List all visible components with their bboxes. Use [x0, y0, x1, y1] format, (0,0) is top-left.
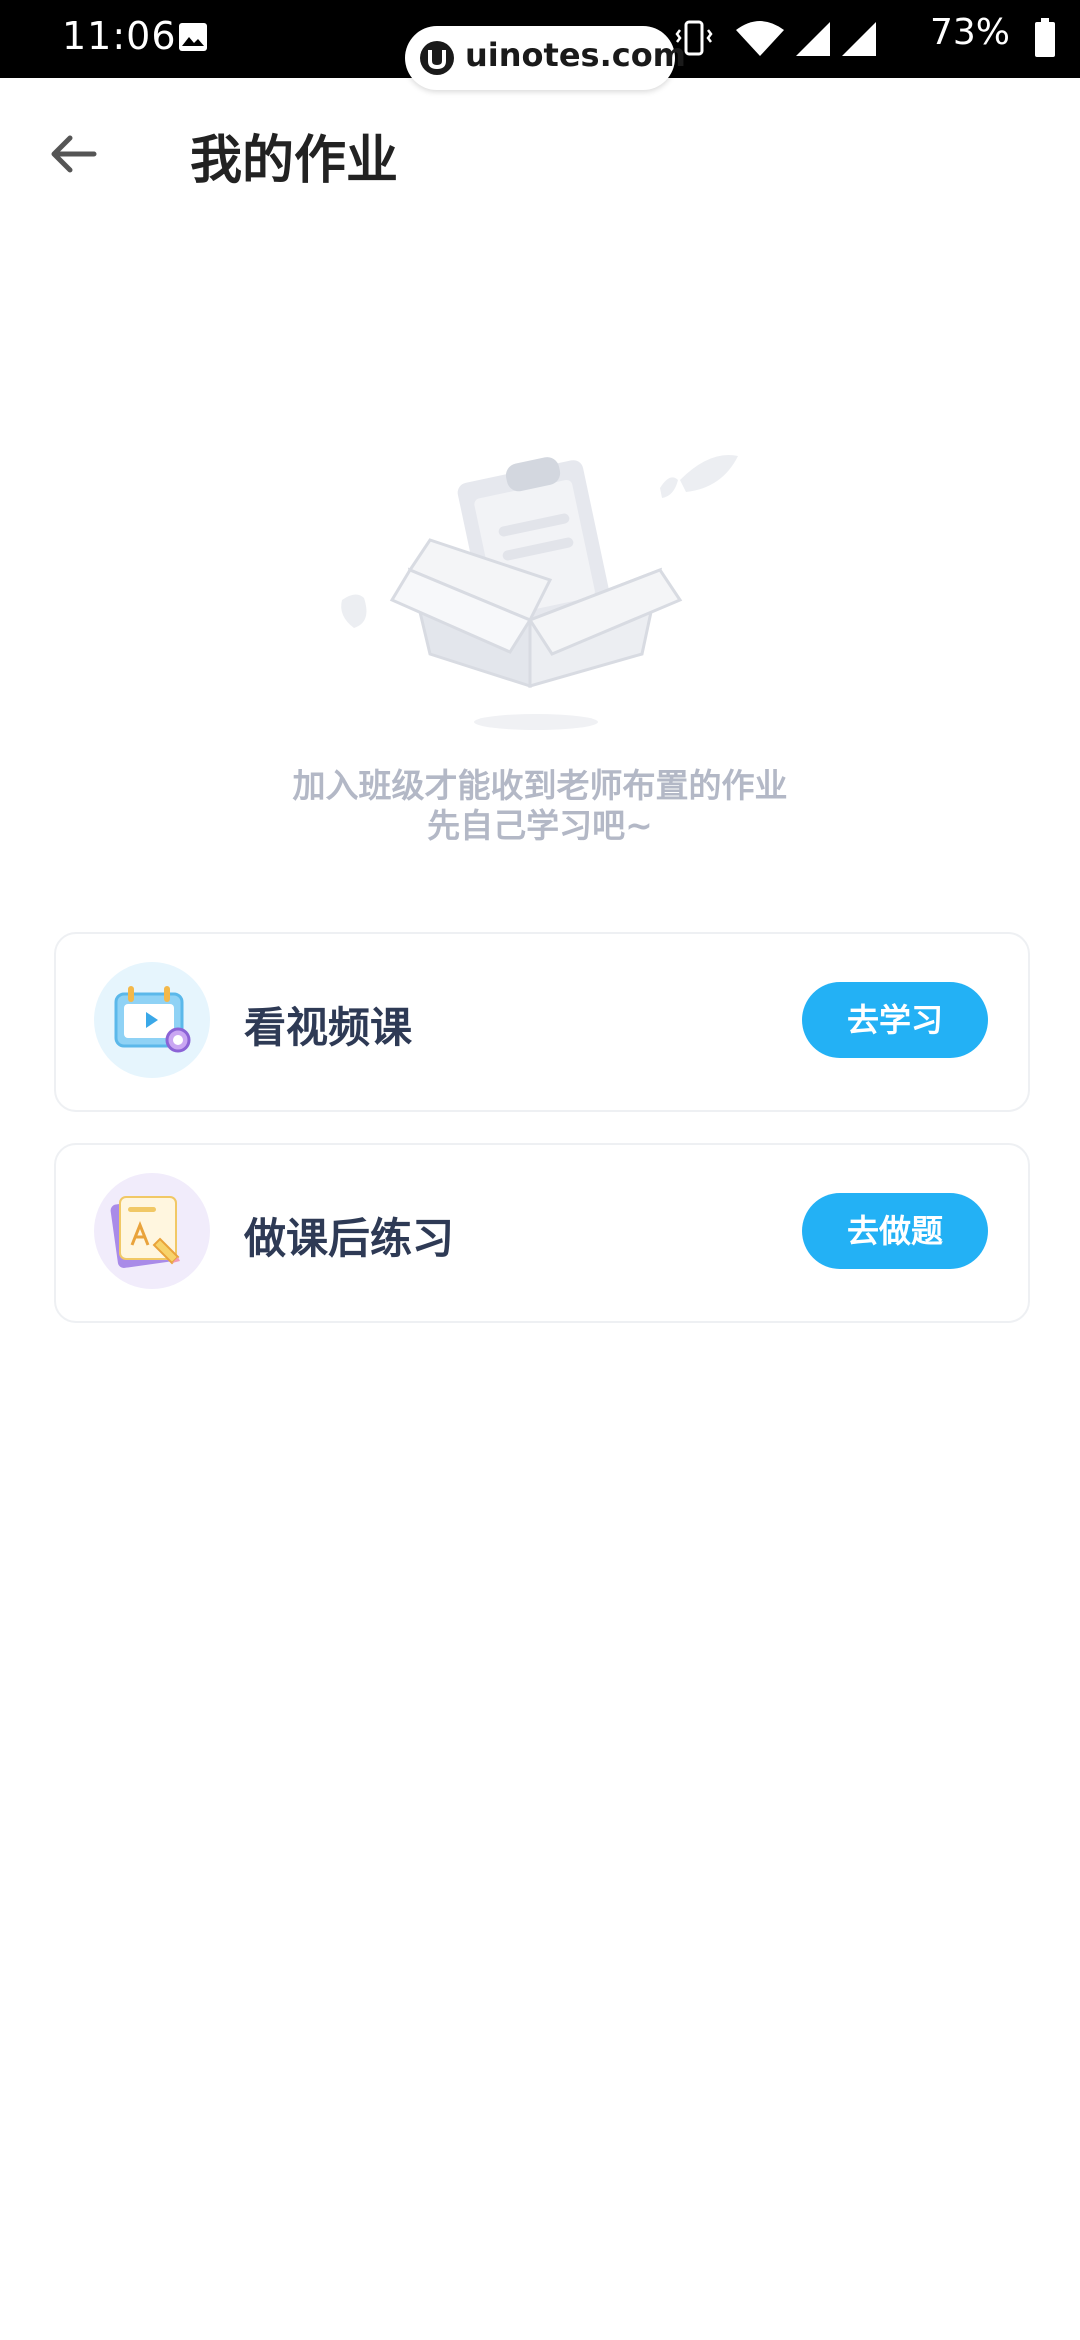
exercise-label: 做课后练习: [244, 1214, 455, 1263]
uinotes-logo-icon: [419, 40, 455, 80]
status-time: 11:06: [62, 14, 177, 58]
empty-hint-line-2: 先自己学习吧~: [427, 806, 653, 845]
watermark-badge: uinotes.com: [405, 26, 686, 90]
wifi-icon: [734, 20, 786, 62]
empty-box-illustration: [330, 440, 750, 744]
video-lesson-card[interactable]: 看视频课 去学习: [54, 932, 1030, 1112]
empty-hint-line-1: 加入班级才能收到老师布置的作业: [292, 766, 788, 805]
back-button[interactable]: [44, 124, 104, 184]
page-title: 我的作业: [190, 131, 399, 191]
go-study-button[interactable]: 去学习: [802, 982, 988, 1058]
exercise-card[interactable]: 做课后练习 去做题: [54, 1143, 1030, 1323]
exercise-icon: [94, 1173, 210, 1289]
go-exercise-button[interactable]: 去做题: [802, 1193, 988, 1269]
signal-icon: [840, 20, 878, 62]
image-notification-icon: [178, 22, 208, 56]
battery-percent: 73%: [929, 12, 1010, 53]
video-lesson-label: 看视频课: [244, 1003, 413, 1052]
arrow-left-icon: [51, 135, 97, 173]
watermark-text: uinotes.com: [465, 36, 687, 74]
battery-icon: [1034, 18, 1056, 62]
video-lesson-icon: [94, 962, 210, 1078]
signal-icon: [794, 20, 832, 62]
